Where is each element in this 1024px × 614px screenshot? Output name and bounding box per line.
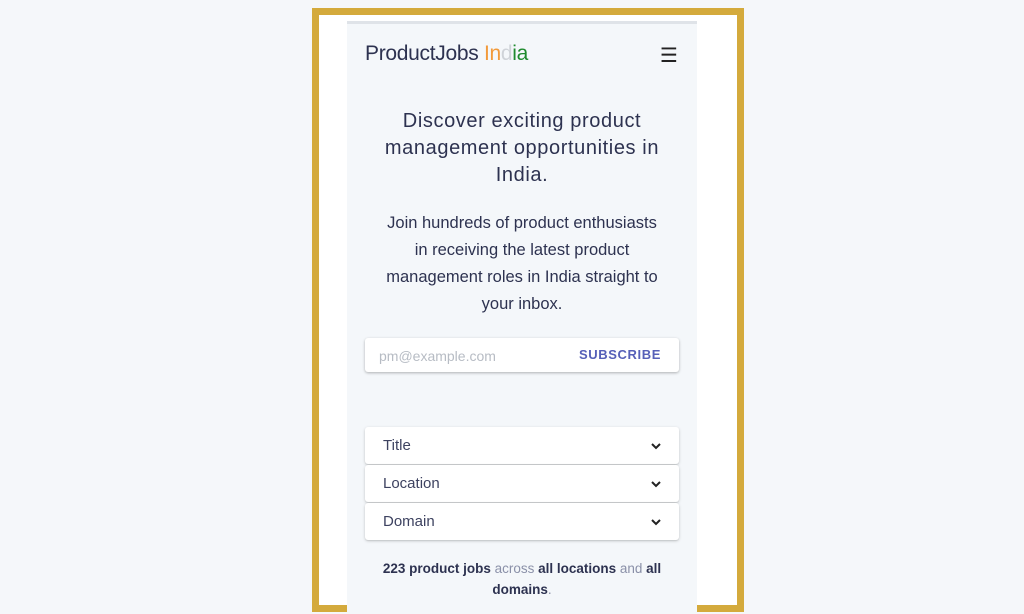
email-input[interactable] [377,344,581,368]
chevron-down-icon [651,443,661,450]
filter-location[interactable]: Location [365,465,679,502]
logo-country-part-2: d [500,42,513,65]
job-count-summary: 223 product jobs across all locations an… [375,558,669,600]
filter-location-label: Location [383,475,440,492]
filter-list: Title Location Domain [365,427,679,541]
hamburger-icon[interactable]: ☰ [659,46,679,66]
job-count: 223 product jobs [382,561,491,576]
logo-country-part-3: ia [512,42,529,65]
filter-title[interactable]: Title [365,427,679,464]
logo-brand: ProductJobs [365,42,479,65]
page-headline: Discover exciting product management opp… [384,110,660,186]
filter-title-label: Title [383,437,411,454]
summary-across: across [490,561,539,576]
filter-domain[interactable]: Domain [365,503,679,540]
frame-inner: ProductJobs India ☰ Discover exciting pr… [319,15,737,614]
site-logo[interactable]: ProductJobs India [365,42,528,65]
chevron-down-icon [651,481,661,488]
subscribe-form: SUBSCRIBE [365,338,679,372]
page-subline: Join hundreds of product enthusiasts in … [386,214,658,313]
gold-frame: ProductJobs India ☰ Discover exciting pr… [312,8,744,614]
header: ProductJobs India ☰ [365,42,679,72]
logo-country-part-1: In [483,42,501,65]
summary-period: . [547,582,552,597]
mobile-page: ProductJobs India ☰ Discover exciting pr… [347,21,697,614]
subscribe-button[interactable]: SUBSCRIBE [579,347,661,362]
filter-domain-label: Domain [383,513,435,530]
summary-and: and [616,561,647,576]
summary-locations: all locations [538,561,617,576]
chevron-down-icon [651,519,661,526]
